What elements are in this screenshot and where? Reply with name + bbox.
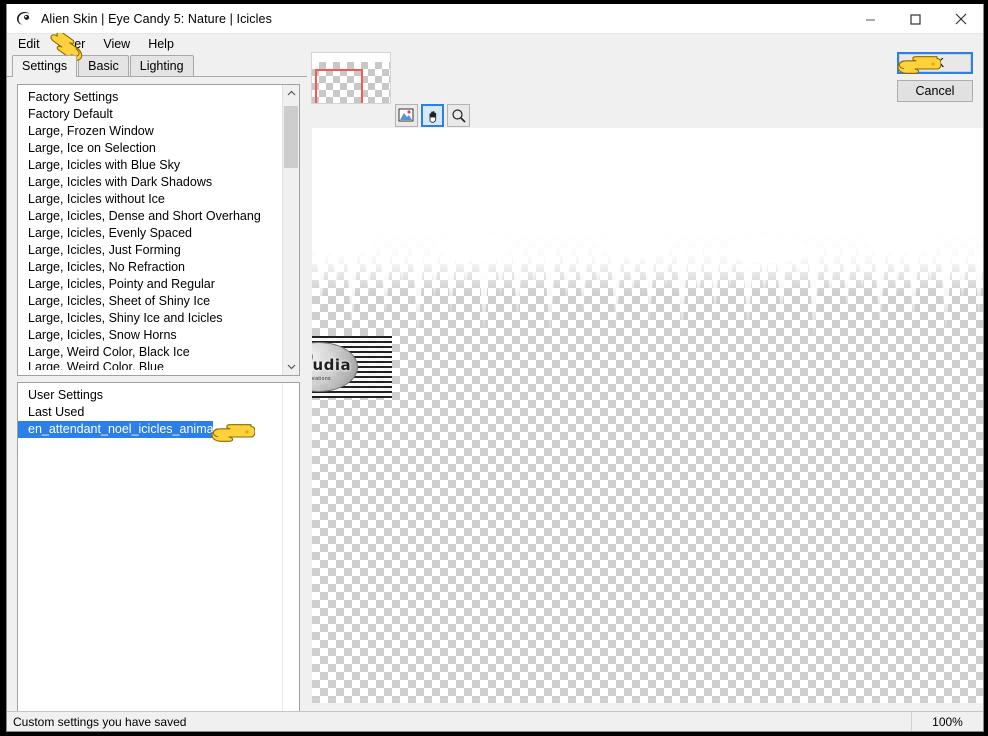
list-item[interactable]: Large, Icicles, Snow Horns bbox=[18, 327, 282, 344]
list-item[interactable]: Large, Icicles with Blue Sky bbox=[18, 157, 282, 174]
navigator-selection-rect[interactable] bbox=[315, 69, 363, 103]
list-item[interactable]: Large, Icicles, Pointy and Regular bbox=[18, 276, 282, 293]
user-settings-list: User Settings Last Used en_attendant_noe… bbox=[18, 383, 282, 731]
zoom-level-indicator: 100% bbox=[911, 712, 983, 731]
list-item[interactable]: Large, Icicles, Dense and Short Overhang bbox=[18, 208, 282, 225]
icicles-layer bbox=[312, 248, 983, 398]
scrollbar-thumb[interactable] bbox=[284, 106, 298, 168]
list-item[interactable]: Large, Icicles without Ice bbox=[18, 191, 282, 208]
tab-settings[interactable]: Settings bbox=[12, 55, 78, 77]
screenshot-root: Alien Skin | Eye Candy 5: Nature | Icicl… bbox=[0, 0, 988, 736]
preview-toolbar bbox=[395, 104, 470, 127]
list-item[interactable]: Large, Frozen Window bbox=[18, 123, 282, 140]
alien-skin-icon bbox=[13, 8, 35, 30]
list-item-selected[interactable]: en_attendant_noel_icicles_animabelle bbox=[18, 421, 213, 438]
menu-item-help[interactable]: Help bbox=[143, 36, 182, 53]
claudia-watermark: claudia creations bbox=[312, 336, 392, 398]
factory-list-scrollbar[interactable] bbox=[282, 85, 299, 375]
hand-tool-button[interactable] bbox=[421, 104, 444, 127]
title-bar: Alien Skin | Eye Candy 5: Nature | Icicl… bbox=[7, 4, 983, 34]
settings-panel: Factory Settings Factory Default Large, … bbox=[7, 77, 307, 731]
factory-settings-list: Factory Settings Factory Default Large, … bbox=[18, 85, 282, 375]
preview-panel: claudia creations OK Cancel bbox=[307, 34, 983, 703]
list-item[interactable]: Factory Default bbox=[18, 106, 282, 123]
menu-item-filter[interactable]: Filter bbox=[53, 36, 94, 53]
cancel-button[interactable]: Cancel bbox=[897, 80, 973, 102]
ok-button[interactable]: OK bbox=[899, 54, 971, 72]
list-item[interactable]: Last Used bbox=[18, 404, 282, 421]
status-bar: Custom settings you have saved 100% bbox=[7, 711, 983, 731]
list-item[interactable]: Large, Ice on Selection bbox=[18, 140, 282, 157]
tab-basic[interactable]: Basic bbox=[78, 55, 129, 76]
user-settings-listbox[interactable]: User Settings Last Used en_attendant_noe… bbox=[17, 382, 300, 731]
application-window: Alien Skin | Eye Candy 5: Nature | Icicl… bbox=[6, 4, 984, 732]
watermark-name: claudia bbox=[312, 356, 352, 374]
list-item[interactable]: Large, Icicles, Evenly Spaced bbox=[18, 225, 282, 242]
preview-toggle-tool-button[interactable] bbox=[395, 104, 418, 127]
scroll-up-icon[interactable] bbox=[283, 85, 299, 102]
status-message: Custom settings you have saved bbox=[13, 714, 187, 729]
image-preview-canvas[interactable]: claudia creations bbox=[312, 128, 983, 703]
list-item[interactable]: Large, Icicles with Dark Shadows bbox=[18, 174, 282, 191]
navigator-thumbnail[interactable] bbox=[311, 52, 391, 104]
zoom-tool-button[interactable] bbox=[447, 104, 470, 127]
scrollbar-track[interactable] bbox=[283, 102, 299, 358]
list-item[interactable]: Large, Icicles, Sheet of Shiny Ice bbox=[18, 293, 282, 310]
maximize-button[interactable] bbox=[893, 4, 938, 34]
minimize-button[interactable] bbox=[848, 4, 893, 34]
user-list-scrollbar[interactable] bbox=[282, 383, 299, 731]
tab-lighting[interactable]: Lighting bbox=[129, 55, 194, 76]
ok-button-focus-ring: OK bbox=[897, 52, 973, 74]
list-group-header: Factory Settings bbox=[28, 90, 119, 104]
scroll-down-icon[interactable] bbox=[283, 358, 299, 375]
list-item[interactable]: Large, Icicles, Just Forming bbox=[18, 242, 282, 259]
list-item[interactable]: Large, Icicles, No Refraction bbox=[18, 259, 282, 276]
list-item-partial[interactable]: Large, Weird Color, Blue bbox=[18, 361, 282, 370]
list-item[interactable]: Large, Weird Color, Black Ice bbox=[18, 344, 282, 361]
close-button[interactable] bbox=[938, 4, 983, 34]
list-item[interactable]: Large, Icicles, Shiny Ice and Icicles bbox=[18, 310, 282, 327]
menu-item-view[interactable]: View bbox=[98, 36, 138, 53]
window-title: Alien Skin | Eye Candy 5: Nature | Icicl… bbox=[41, 11, 272, 26]
list-group-header: User Settings bbox=[28, 388, 104, 402]
menu-item-edit[interactable]: Edit bbox=[13, 36, 48, 53]
caption-buttons bbox=[848, 4, 983, 34]
watermark-subtitle: creations bbox=[312, 376, 331, 382]
factory-settings-listbox[interactable]: Factory Settings Factory Default Large, … bbox=[17, 84, 300, 376]
